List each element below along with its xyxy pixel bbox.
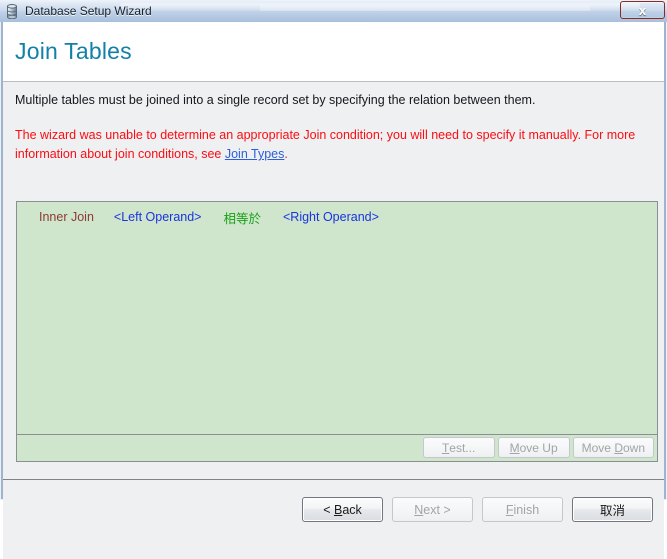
next-button-mnemonic: N	[414, 502, 424, 517]
join-condition-row[interactable]: Inner Join <Left Operand> 相等於 <Right Ope…	[17, 207, 379, 227]
body-area: Multiple tables must be joined into a si…	[3, 83, 664, 559]
test-button[interactable]: Test...	[422, 437, 495, 458]
title-bar: Database Setup Wizard x	[0, 0, 667, 22]
finish-button-label: inish	[513, 502, 540, 517]
warning-text: The wizard was unable to determine an ap…	[15, 126, 655, 164]
back-button-label: ack	[342, 502, 362, 517]
move-down-button-label-pre: Move	[581, 440, 615, 455]
cancel-button[interactable]: 取消	[572, 497, 653, 522]
move-down-button[interactable]: Move Down	[572, 437, 654, 458]
warning-text-part2: .	[284, 147, 288, 161]
finish-button-mnemonic: F	[505, 502, 514, 517]
back-button-mnemonic: B	[333, 502, 343, 517]
back-button[interactable]: < Back	[302, 497, 383, 522]
move-up-button-mnemonic: M	[509, 440, 520, 455]
titlebar-left-group: Database Setup Wizard	[5, 0, 152, 22]
close-icon: x	[638, 2, 647, 18]
nav-bar: < Back Next > Finish 取消	[3, 480, 664, 559]
next-button-label: ext >	[423, 502, 451, 517]
move-down-button-label: own	[622, 440, 645, 455]
client-area: Join Tables Multiple tables must be join…	[1, 22, 666, 559]
next-button[interactable]: Next >	[392, 497, 473, 522]
database-icon	[5, 3, 19, 19]
join-conditions-list[interactable]: Inner Join <Left Operand> 相等於 <Right Ope…	[16, 201, 658, 435]
left-operand-cell[interactable]: <Left Operand>	[94, 210, 202, 224]
move-up-button-label: ove Up	[519, 440, 558, 455]
move-up-button[interactable]: Move Up	[497, 437, 570, 458]
header-panel: Join Tables	[3, 22, 664, 82]
window-title: Database Setup Wizard	[25, 4, 152, 18]
intro-text: Multiple tables must be joined into a si…	[15, 93, 536, 107]
titlebar-glass-highlight-2	[260, 5, 590, 11]
list-toolbar: Test... Move Up Move Down	[16, 435, 658, 462]
page-title: Join Tables	[15, 38, 132, 64]
operator-cell[interactable]: 相等於	[201, 208, 261, 227]
warning-text-part1: The wizard was unable to determine an ap…	[15, 128, 636, 161]
wizard-window: Database Setup Wizard x Join Tables Mult…	[0, 0, 667, 559]
test-button-mnemonic: T	[441, 440, 450, 455]
move-down-button-mnemonic: D	[614, 440, 623, 455]
nav-buttons: < Back Next > Finish 取消	[302, 497, 653, 522]
test-button-label: est...	[449, 440, 476, 455]
close-button[interactable]: x	[620, 1, 665, 19]
right-operand-cell[interactable]: <Right Operand>	[261, 210, 379, 224]
cancel-button-label: 取消	[599, 504, 625, 518]
join-type-cell[interactable]: Inner Join	[17, 210, 94, 224]
join-types-link[interactable]: Join Types	[225, 147, 285, 161]
back-button-label-pre: <	[323, 502, 334, 517]
finish-button[interactable]: Finish	[482, 497, 563, 522]
list-toolbar-buttons: Test... Move Up Move Down	[422, 437, 654, 458]
